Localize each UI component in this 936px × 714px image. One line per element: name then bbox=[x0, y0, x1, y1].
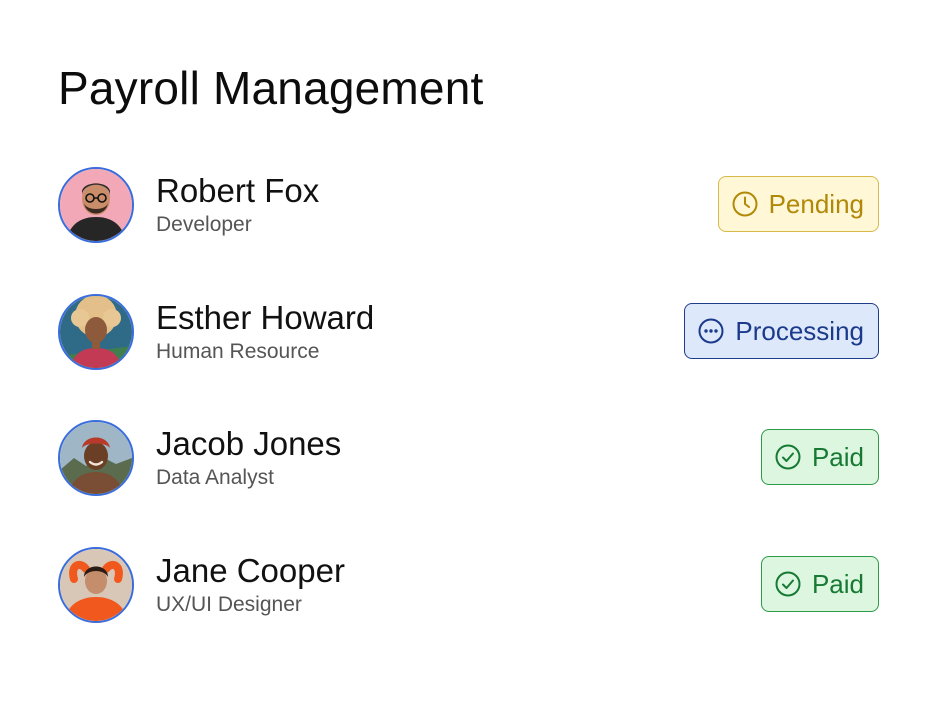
employee-list: Robert Fox Developer Pending Esther Howa… bbox=[58, 166, 879, 672]
avatar-jacob-jones bbox=[60, 422, 132, 494]
status-label: Paid bbox=[811, 442, 864, 472]
status-badge: Processing bbox=[684, 302, 879, 359]
employee-name: Jane Cooper bbox=[156, 551, 345, 589]
avatar bbox=[58, 293, 134, 370]
ellipsis-circle-icon bbox=[698, 318, 724, 343]
avatar bbox=[58, 167, 134, 243]
clock-icon bbox=[732, 191, 758, 217]
avatar bbox=[58, 420, 134, 496]
employee-role: Human Resource bbox=[156, 339, 320, 363]
employee-info: Esther Howard Human Resource bbox=[156, 299, 374, 365]
employee-name: Robert Fox bbox=[156, 172, 320, 209]
employee-info: Jacob Jones Data Analyst bbox=[156, 425, 341, 491]
avatar-robert-fox bbox=[60, 169, 132, 241]
avatar-esther-howard bbox=[60, 295, 132, 368]
check-circle-icon bbox=[775, 571, 801, 596]
employee-role: Developer bbox=[156, 213, 252, 236]
avatar-jane-cooper bbox=[60, 548, 132, 621]
status-label: Processing bbox=[735, 315, 864, 346]
status-badge: Pending bbox=[717, 176, 879, 232]
employee-role: Data Analyst bbox=[156, 466, 274, 489]
payroll-page: Payroll Management Robert Fox Developer bbox=[0, 0, 936, 714]
employee-info: Jane Cooper UX/UI Designer bbox=[156, 552, 345, 618]
status-badge: Paid bbox=[760, 555, 879, 612]
status-label: Paid bbox=[811, 568, 864, 599]
avatar bbox=[58, 546, 134, 623]
employee-role: UX/UI Designer bbox=[156, 592, 302, 616]
page-title: Payroll Management bbox=[58, 62, 484, 114]
employee-info: Robert Fox Developer bbox=[156, 172, 319, 238]
list-item[interactable]: Robert Fox Developer Pending bbox=[58, 166, 879, 244]
check-circle-icon bbox=[775, 444, 801, 470]
status-badge: Paid bbox=[760, 429, 879, 485]
employee-name: Jacob Jones bbox=[156, 425, 342, 462]
status-label: Pending bbox=[768, 189, 864, 219]
list-item[interactable]: Jane Cooper UX/UI Designer Paid bbox=[58, 546, 879, 624]
employee-name: Esther Howard bbox=[156, 298, 375, 336]
list-item[interactable]: Esther Howard Human Resource Processing bbox=[58, 293, 879, 371]
list-item[interactable]: Jacob Jones Data Analyst Paid bbox=[58, 419, 879, 497]
